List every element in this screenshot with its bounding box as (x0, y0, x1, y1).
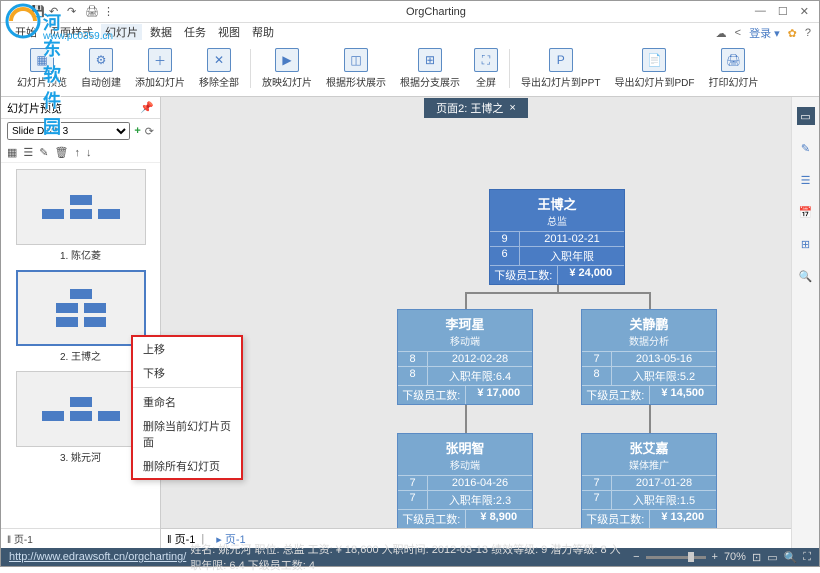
ribbon-fullscreen[interactable]: ⛶全屏 (468, 45, 504, 92)
org-node[interactable]: 张艾嘉媒体推广 72017-01-28 7入职年限:1.5 下级员工数:¥ 13… (581, 433, 717, 528)
share-icon[interactable]: < (735, 27, 741, 39)
status-search-icon[interactable]: 🔍 (784, 551, 798, 564)
qat-print-icon[interactable]: 🖨 (85, 5, 99, 19)
ribbon-play[interactable]: ▶放映幻灯片 (256, 45, 318, 92)
status-url[interactable]: http://www.edrawsoft.cn/orgcharting/ (9, 551, 186, 563)
tool-up-icon[interactable]: ↑ (74, 147, 80, 159)
window-max-icon[interactable]: ☐ (778, 5, 788, 18)
org-node[interactable]: 李珂星移动端 82012-02-28 8入职年限:6.4 下级员工数:¥ 17,… (397, 309, 533, 405)
org-node[interactable]: 关静鹏数据分析 72013-05-16 8入职年限:5.2 下级员工数:¥ 14… (581, 309, 717, 405)
ctx-moveup[interactable]: 上移 (133, 337, 241, 361)
menu-item[interactable]: 幻灯片 (101, 24, 142, 40)
status-fields: 姓名: 姚元河 职位: 总监 工资: ¥ 18,600 入职时间: 2012-0… (190, 541, 629, 573)
app-title: OrgCharting (117, 6, 755, 18)
ribbon-toolbar: ▦幻灯片预览 ⚙自动创建 ＋添加幻灯片 ✕移除全部 ▶放映幻灯片 ◫根据形状展示… (1, 41, 819, 97)
org-canvas[interactable]: 王博之 总监 92011-02-21 6入职年限 下级员工数:¥ 24,000 … (161, 119, 791, 528)
menu-item[interactable]: 视图 (214, 24, 244, 40)
right-toolbar: ▭ ✎ ☰ 📅 ⊞ 🔍 (791, 97, 819, 548)
refresh-icon[interactable]: ⟳ (145, 125, 154, 138)
settings-flower-icon[interactable]: ✿ (788, 27, 797, 40)
tool-list-icon[interactable]: ☰ (23, 146, 33, 159)
help-icon[interactable]: ? (805, 27, 811, 39)
deck-select[interactable]: Slide Deck 3 (7, 122, 130, 140)
ribbon-preview[interactable]: ▦幻灯片预览 (11, 45, 73, 92)
canvas-tab[interactable]: 页面2: 王博之 × (424, 98, 528, 118)
rt-calendar-icon[interactable]: 📅 (797, 203, 815, 221)
status-bar: http://www.edrawsoft.cn/orgcharting/ 姓名:… (1, 548, 819, 566)
tab-close-icon[interactable]: × (509, 102, 515, 114)
menu-bar: 开始 页面样式 幻灯片 数据 任务 视图 帮助 (1, 23, 819, 41)
rt-search-icon[interactable]: 🔍 (797, 267, 815, 285)
qat-redo-icon[interactable]: ↷ (67, 5, 81, 19)
qat-save-icon[interactable]: 💾 (31, 5, 45, 19)
menu-item[interactable]: 帮助 (248, 24, 278, 40)
menu-item[interactable]: 数据 (146, 24, 176, 40)
status-fullscreen-icon[interactable]: ⛶ (803, 551, 811, 564)
ctx-delall[interactable]: 删除所有幻灯页 (133, 454, 241, 478)
tool-delete-icon[interactable]: 🗑 (55, 146, 69, 159)
add-deck-icon[interactable]: + (134, 125, 140, 137)
zoom-slider[interactable] (646, 556, 706, 559)
rt-tree-icon[interactable]: ⊞ (797, 235, 815, 253)
sidebar-title: 幻灯片预览 (7, 100, 62, 116)
zoom-out-icon[interactable]: − (633, 551, 639, 563)
pin-icon[interactable]: 📌 (140, 101, 154, 114)
ribbon-print[interactable]: 🖨打印幻灯片 (702, 45, 764, 92)
qat-undo-icon[interactable]: ↶ (49, 5, 63, 19)
ctx-movedown[interactable]: 下移 (133, 361, 241, 385)
tool-grid-icon[interactable]: ▦ (7, 146, 17, 159)
ctx-rename[interactable]: 重命名 (133, 390, 241, 414)
ribbon-byshape[interactable]: ◫根据形状展示 (320, 45, 392, 92)
org-node-root[interactable]: 王博之 总监 92011-02-21 6入职年限 下级员工数:¥ 24,000 (489, 189, 625, 285)
context-menu: 上移 下移 重命名 删除当前幻灯片页面 删除所有幻灯页 (131, 335, 243, 480)
ctx-delpage[interactable]: 删除当前幻灯片页面 (133, 414, 241, 454)
sidebar-pager[interactable]: ‖ 页-1 (1, 528, 160, 548)
slide-sidebar: 幻灯片预览 📌 Slide Deck 3 + ⟳ ▦ ☰ ✎ 🗑 ↑ ↓ 1. … (1, 97, 161, 548)
ribbon-exportppt[interactable]: P导出幻灯片到PPT (515, 45, 606, 92)
rt-style-icon[interactable]: ✎ (797, 139, 815, 157)
menu-item[interactable]: 开始 (11, 24, 41, 40)
window-min-icon[interactable]: — (755, 5, 766, 18)
title-bar: 💾 ↶ ↷ 🖨 ⋮ OrgCharting — ☐ ✕ (1, 1, 819, 23)
tool-edit-icon[interactable]: ✎ (39, 146, 48, 159)
rt-card-icon[interactable]: ▭ (797, 107, 815, 125)
status-fit-icon[interactable]: ⊡ (752, 551, 761, 564)
ribbon-bybranch[interactable]: ⊞根据分支展示 (394, 45, 466, 92)
zoom-value: 70% (724, 551, 746, 563)
ribbon-addslide[interactable]: ＋添加幻灯片 (129, 45, 191, 92)
cloud-icon[interactable]: ☁ (716, 27, 727, 40)
status-page-icon[interactable]: ▭ (767, 551, 777, 564)
window-close-icon[interactable]: ✕ (800, 5, 809, 18)
ribbon-exportpdf[interactable]: 📄导出幻灯片到PDF (608, 45, 700, 92)
login-link[interactable]: 登录 ▾ (749, 25, 780, 41)
rt-list-icon[interactable]: ☰ (797, 171, 815, 189)
ribbon-removeall[interactable]: ✕移除全部 (193, 45, 245, 92)
zoom-in-icon[interactable]: + (712, 551, 718, 563)
qat-more-icon[interactable]: ⋮ (103, 5, 117, 19)
slide-thumb[interactable]: 1. 陈亿菱 (7, 169, 154, 262)
tool-down-icon[interactable]: ↓ (86, 147, 92, 159)
menu-item[interactable]: 页面样式 (45, 24, 97, 40)
org-node[interactable]: 张明智移动端 72016-04-26 7入职年限:2.3 下级员工数:¥ 8,9… (397, 433, 533, 528)
menu-item[interactable]: 任务 (180, 24, 210, 40)
ribbon-autocreate[interactable]: ⚙自动创建 (75, 45, 127, 92)
